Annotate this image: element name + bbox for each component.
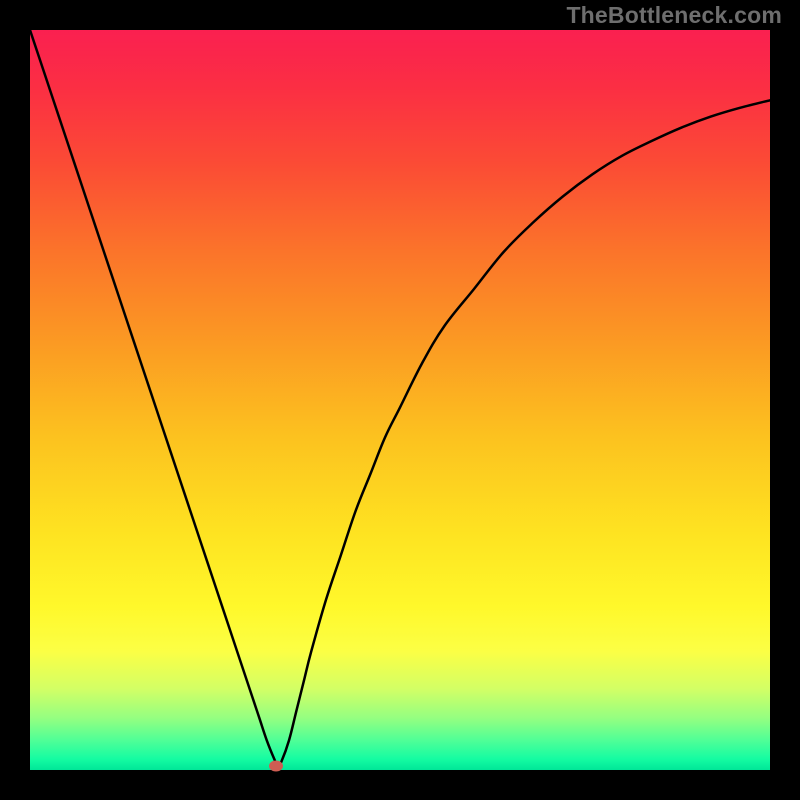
chart-background bbox=[30, 30, 770, 770]
chart-frame: TheBottleneck.com bbox=[0, 0, 800, 800]
chart-svg bbox=[30, 30, 770, 770]
plot-area bbox=[30, 30, 770, 770]
watermark-text: TheBottleneck.com bbox=[566, 2, 782, 29]
